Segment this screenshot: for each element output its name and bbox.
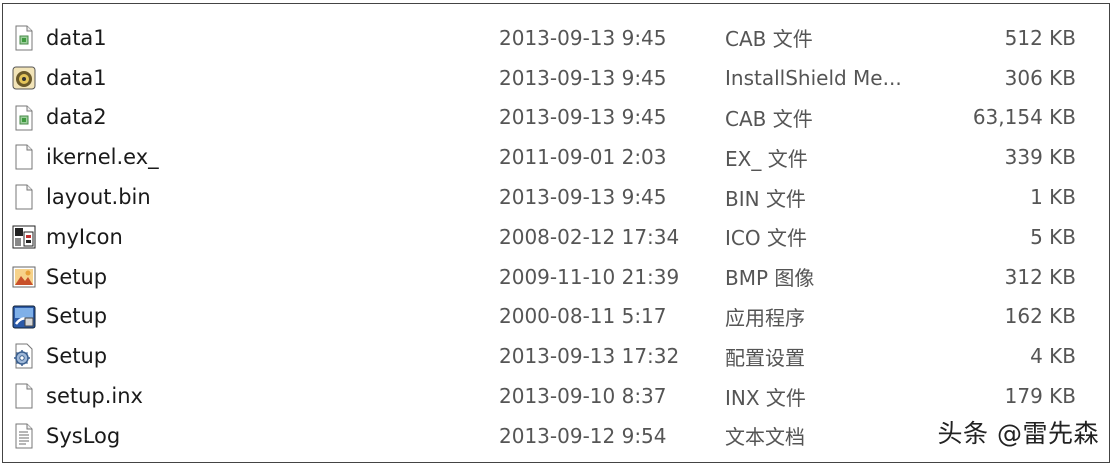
file-row[interactable]: Setup 2013-09-13 17:32 配置设置 4 KB: [3, 336, 1109, 376]
file-date: 2013-09-13 9:45: [499, 185, 667, 210]
file-row[interactable]: data2 2013-09-13 9:45 CAB 文件 63,154 KB: [3, 98, 1109, 138]
file-type: INX 文件: [725, 385, 806, 410]
file-size: 339 KB: [1004, 145, 1076, 170]
file-name: myIcon: [46, 224, 123, 249]
file-date: 2013-09-13 17:32: [499, 344, 680, 369]
file-name: setup.inx: [46, 384, 143, 409]
file-date: 2013-09-13 9:45: [499, 105, 667, 130]
file-type: 配置设置: [725, 345, 805, 370]
file-name: data2: [46, 105, 107, 130]
file-size: 512 KB: [1004, 25, 1076, 50]
file-date: 2008-02-12 17:34: [499, 224, 680, 249]
file-date: 2013-09-12 9:54: [499, 423, 667, 448]
file-type: BIN 文件: [725, 186, 806, 211]
file-size: 1 KB: [1030, 185, 1076, 210]
file-row[interactable]: setup.inx 2013-09-10 8:37 INX 文件 179 KB: [3, 376, 1109, 416]
file-date: 2011-09-01 2:03: [499, 145, 667, 170]
text-document-icon: [15, 423, 33, 449]
file-date: 2013-09-13 9:45: [499, 65, 667, 90]
blank-file-icon: [15, 144, 33, 170]
file-type: EX_ 文件: [725, 146, 808, 171]
file-size: 306 KB: [1004, 65, 1076, 90]
file-size: 63,154 KB: [972, 105, 1076, 130]
file-name: data1: [46, 25, 107, 50]
blank-file-icon: [15, 383, 33, 409]
file-row[interactable]: data1 2013-09-13 9:45 InstallShield Me..…: [3, 58, 1109, 98]
file-size: 4 KB: [1030, 344, 1076, 369]
file-list: data1 2013-09-13 9:45 CAB 文件 512 KB data…: [3, 18, 1109, 456]
installshield-icon: [12, 66, 36, 90]
file-row[interactable]: ikernel.ex_ 2011-09-01 2:03 EX_ 文件 339 K…: [3, 137, 1109, 177]
file-row[interactable]: Setup 2000-08-11 5:17 应用程序 162 KB: [3, 297, 1109, 337]
blank-file-icon: [15, 184, 33, 210]
file-size: 162 KB: [1004, 304, 1076, 329]
file-date: 2000-08-11 5:17: [499, 304, 667, 329]
setup-exe-icon: [12, 305, 36, 329]
file-type: 应用程序: [725, 305, 805, 330]
file-name: layout.bin: [46, 185, 151, 210]
file-size: 179 KB: [1004, 384, 1076, 409]
file-date: 2013-09-13 9:45: [499, 25, 667, 50]
bmp-image-icon: [12, 266, 36, 288]
file-list-window: data1 2013-09-13 9:45 CAB 文件 512 KB data…: [2, 3, 1110, 463]
file-type: ICO 文件: [725, 226, 807, 251]
ico-file-icon: [12, 225, 36, 249]
file-name: Setup: [46, 264, 108, 289]
file-date: 2009-11-10 21:39: [499, 264, 680, 289]
file-date: 2013-09-10 8:37: [499, 384, 667, 409]
cab-file-icon: [15, 25, 33, 51]
file-name: ikernel.ex_: [46, 145, 159, 170]
file-size: 5 KB: [1030, 224, 1076, 249]
file-name: SysLog: [46, 423, 121, 448]
file-name: Setup: [46, 344, 108, 369]
file-type: 文本文档: [725, 425, 805, 450]
file-type: CAB 文件: [725, 27, 813, 52]
file-name: data1: [46, 65, 107, 90]
file-row[interactable]: layout.bin 2013-09-13 9:45 BIN 文件 1 KB: [3, 177, 1109, 217]
file-type: CAB 文件: [725, 106, 813, 131]
file-row[interactable]: Setup 2009-11-10 21:39 BMP 图像 312 KB: [3, 257, 1109, 297]
config-settings-icon: [14, 343, 33, 369]
file-name: Setup: [46, 304, 108, 329]
file-row[interactable]: myIcon 2008-02-12 17:34 ICO 文件 5 KB: [3, 217, 1109, 257]
file-size: 312 KB: [1004, 264, 1076, 289]
file-type: InstallShield Me...: [725, 65, 902, 90]
file-type: BMP 图像: [725, 266, 815, 291]
watermark-text: 头条 @雷先森: [937, 414, 1099, 450]
cab-file-icon: [15, 105, 33, 131]
file-row[interactable]: data1 2013-09-13 9:45 CAB 文件 512 KB: [3, 18, 1109, 58]
